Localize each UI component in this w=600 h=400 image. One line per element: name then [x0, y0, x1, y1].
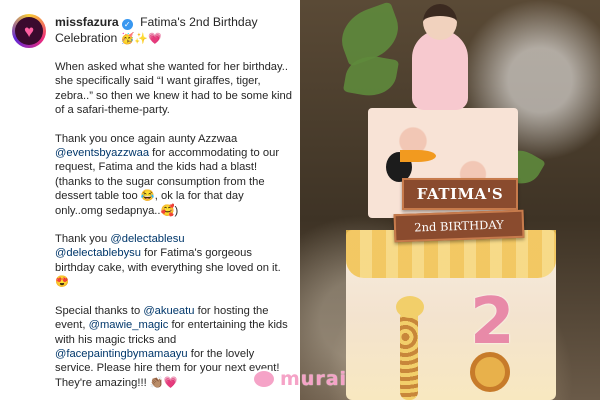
caption-text: Special thanks to: [55, 304, 144, 317]
cake-number: 2: [470, 285, 515, 359]
mention-link[interactable]: @mawie_magic: [89, 319, 169, 331]
heart-icon: ♥: [23, 21, 35, 41]
mention-link[interactable]: @eventsbyazzwaa: [55, 147, 149, 159]
caption-paragraph-1: When asked what she wanted for her birth…: [55, 61, 292, 117]
mention-link[interactable]: @facepaintingbymamaayu: [55, 348, 188, 360]
watermark-logo: murai: [252, 368, 347, 390]
avatar[interactable]: ♥: [12, 14, 46, 48]
lion-figure: [470, 352, 510, 392]
post-header: ♥ missfazura ✓ Fatima's 2nd Birthday Cele…: [12, 14, 292, 48]
avatar-inner: ♥: [15, 17, 43, 45]
caption-body: When asked what she wanted for her birth…: [55, 60, 293, 390]
post-screenshot: ♥ missfazura ✓ Fatima's 2nd Birthday Cele…: [0, 0, 600, 400]
giraffe-head: [396, 296, 424, 318]
mention-link[interactable]: @delectablesu: [110, 233, 184, 245]
watermark-text: murai: [280, 368, 348, 390]
cake-sign-subtitle: 2nd BIRTHDAY: [393, 209, 525, 243]
caption-panel: ♥ missfazura ✓ Fatima's 2nd Birthday Cele…: [0, 0, 300, 400]
header-text: missfazura ✓ Fatima's 2nd Birthday Celebr…: [55, 14, 275, 47]
doll-head: [423, 4, 457, 40]
caption-paragraph-2: Thank you once again aunty Azzwaa @event…: [55, 132, 293, 218]
caption-text: Thank you once again aunty Azzwaa: [55, 132, 238, 145]
verified-badge-icon: ✓: [121, 19, 133, 30]
cake-photo[interactable]: FATIMA'S 2nd BIRTHDAY 2: [300, 0, 600, 400]
caption-paragraph-3: Thank you @delectablesu @delectablebysu …: [55, 232, 293, 290]
cake-sign-name: FATIMA'S: [402, 178, 518, 210]
doll-topper: [412, 30, 468, 110]
giraffe-figure: [400, 310, 418, 400]
caption-text: Thank you: [55, 233, 111, 246]
title-emoji: 🥳✨💗: [120, 32, 162, 45]
owl-logo-icon: [252, 369, 276, 389]
mention-link[interactable]: @delectablebysu: [55, 247, 141, 259]
username-link[interactable]: missfazura: [55, 15, 119, 29]
mention-link[interactable]: @akueatu: [143, 305, 194, 317]
toucan-beak: [400, 150, 436, 162]
